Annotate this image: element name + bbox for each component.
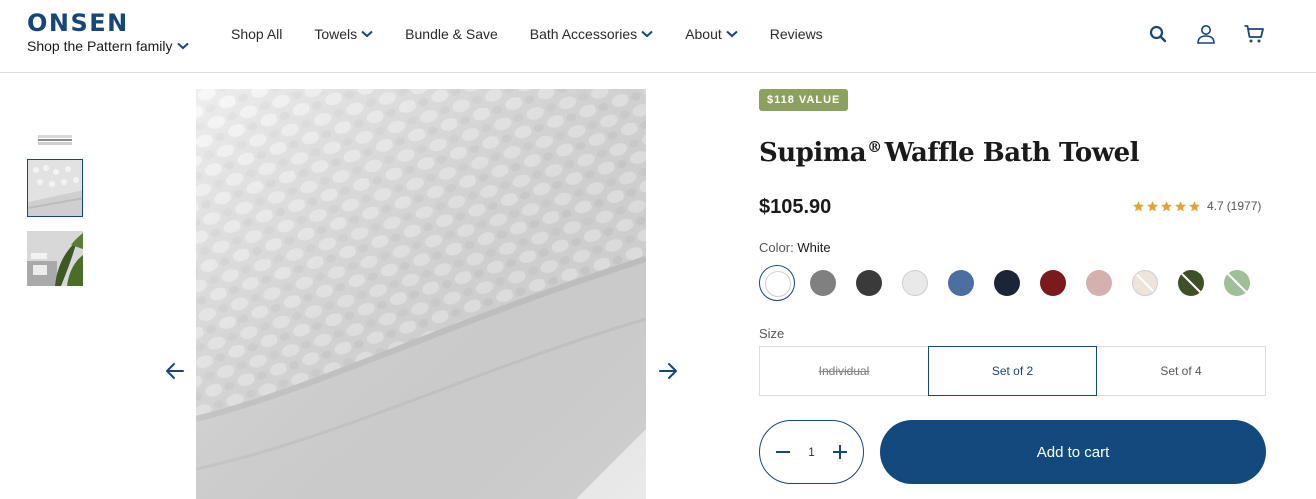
color-swatch-olive[interactable] bbox=[1173, 265, 1209, 301]
color-swatch-blush[interactable] bbox=[1081, 265, 1117, 301]
nav-reviews[interactable]: Reviews bbox=[770, 24, 823, 44]
star-icon bbox=[1161, 200, 1172, 211]
color-swatch-light-gray[interactable] bbox=[897, 265, 933, 301]
plus-icon[interactable] bbox=[831, 443, 849, 461]
size-option-individual[interactable]: Individual bbox=[759, 346, 929, 396]
color-swatch-cream[interactable] bbox=[1127, 265, 1163, 301]
bathroom-plant-thumbnail[interactable] bbox=[27, 231, 83, 286]
chevron-down-icon bbox=[361, 30, 373, 38]
size-option-label: Set of 2 bbox=[991, 364, 1034, 378]
title-rest: Waffle Bath Towel bbox=[884, 138, 1140, 168]
main-product-image[interactable] bbox=[196, 89, 646, 499]
star-icon bbox=[1189, 200, 1200, 211]
color-swatch-navy[interactable] bbox=[989, 265, 1025, 301]
swatch-color bbox=[810, 270, 836, 296]
header-icons bbox=[1146, 22, 1266, 46]
color-swatch-gray[interactable] bbox=[805, 265, 841, 301]
size-option-set-of-4[interactable]: Set of 4 bbox=[1096, 346, 1266, 396]
product-title: Supima® Waffle Bath Towel bbox=[759, 138, 1140, 168]
swatch-color bbox=[948, 270, 974, 296]
star-icon bbox=[1133, 200, 1144, 211]
size-option-set-of-2[interactable]: Set of 2 bbox=[928, 346, 1097, 396]
account-icon[interactable] bbox=[1194, 22, 1218, 46]
registered-mark: ® bbox=[867, 138, 882, 156]
nav-label: Shop All bbox=[231, 26, 283, 42]
search-icon[interactable] bbox=[1146, 22, 1170, 46]
family-label: Shop the Pattern family bbox=[27, 38, 173, 54]
size-option-label: Individual bbox=[818, 364, 870, 378]
color-swatch-blue[interactable] bbox=[943, 265, 979, 301]
waffle-texture-thumbnail[interactable] bbox=[27, 159, 83, 217]
swatch-color bbox=[1224, 270, 1250, 296]
title-brand: Supima bbox=[759, 138, 867, 168]
quantity-stepper bbox=[759, 420, 864, 484]
color-label-text: Color: bbox=[759, 240, 794, 255]
star-rating bbox=[1132, 200, 1201, 213]
chevron-down-icon bbox=[726, 30, 738, 38]
color-swatch-white[interactable] bbox=[759, 265, 795, 301]
nav-label: Bundle & Save bbox=[405, 26, 498, 42]
onsen-logo[interactable]: ONSEN bbox=[27, 10, 189, 36]
swatch-color bbox=[1178, 270, 1204, 296]
value-badge: $118 VALUE bbox=[759, 89, 849, 111]
rating-summary[interactable]: 4.7 (1977) bbox=[1132, 199, 1261, 213]
selected-color: White bbox=[797, 240, 831, 255]
chevron-down-icon bbox=[176, 42, 189, 50]
color-swatch-charcoal[interactable] bbox=[851, 265, 887, 301]
color-swatches bbox=[759, 265, 1269, 301]
rating-value: 4.7 bbox=[1207, 199, 1224, 213]
add-to-cart-button[interactable]: Add to cart bbox=[880, 420, 1266, 484]
swatch-color bbox=[1132, 270, 1158, 296]
site-header: ONSEN Shop the Pattern family Shop All T… bbox=[0, 0, 1316, 73]
color-swatch-sage[interactable] bbox=[1219, 265, 1255, 301]
shop-pattern-family-dropdown[interactable]: Shop the Pattern family bbox=[27, 38, 189, 54]
color-label: Color: White bbox=[759, 240, 831, 255]
quantity-input[interactable] bbox=[799, 445, 824, 459]
swatch-color bbox=[765, 271, 791, 297]
chevron-down-icon bbox=[641, 30, 653, 38]
minus-icon[interactable] bbox=[774, 443, 792, 461]
color-swatch-red[interactable] bbox=[1035, 265, 1071, 301]
nav-bath-accessories[interactable]: Bath Accessories bbox=[530, 24, 653, 44]
nav-label: Bath Accessories bbox=[529, 26, 638, 42]
arrow-right-icon[interactable] bbox=[656, 359, 680, 383]
cart-icon[interactable] bbox=[1242, 22, 1266, 46]
review-count: (1977) bbox=[1226, 199, 1262, 213]
nav-label: About bbox=[685, 26, 722, 42]
nav-label: Towels bbox=[314, 26, 358, 42]
swatch-color bbox=[1086, 270, 1112, 296]
nav-bundle-save[interactable]: Bundle & Save bbox=[405, 24, 498, 44]
nav-shop-all[interactable]: Shop All bbox=[231, 24, 282, 44]
star-icon bbox=[1147, 200, 1158, 211]
size-label: Size bbox=[759, 326, 785, 341]
nav-label: Reviews bbox=[769, 26, 823, 42]
main-nav: Shop All Towels Bundle & Save Bath Acces… bbox=[231, 24, 855, 44]
star-icon bbox=[1175, 200, 1186, 211]
brand-block: ONSEN Shop the Pattern family bbox=[27, 10, 189, 54]
product-price: $105.90 bbox=[759, 196, 832, 218]
swatch-color bbox=[994, 270, 1020, 296]
nav-towels[interactable]: Towels bbox=[314, 24, 373, 44]
size-options: Individual Set of 2 Set of 4 bbox=[759, 346, 1266, 396]
swatch-color bbox=[856, 270, 882, 296]
swatch-color bbox=[1040, 270, 1066, 296]
nav-about[interactable]: About bbox=[685, 24, 738, 44]
folded-towel-thumbnail[interactable] bbox=[27, 129, 83, 149]
size-option-label: Set of 4 bbox=[1160, 364, 1202, 378]
arrow-left-icon[interactable] bbox=[163, 359, 187, 383]
swatch-color bbox=[902, 270, 928, 296]
